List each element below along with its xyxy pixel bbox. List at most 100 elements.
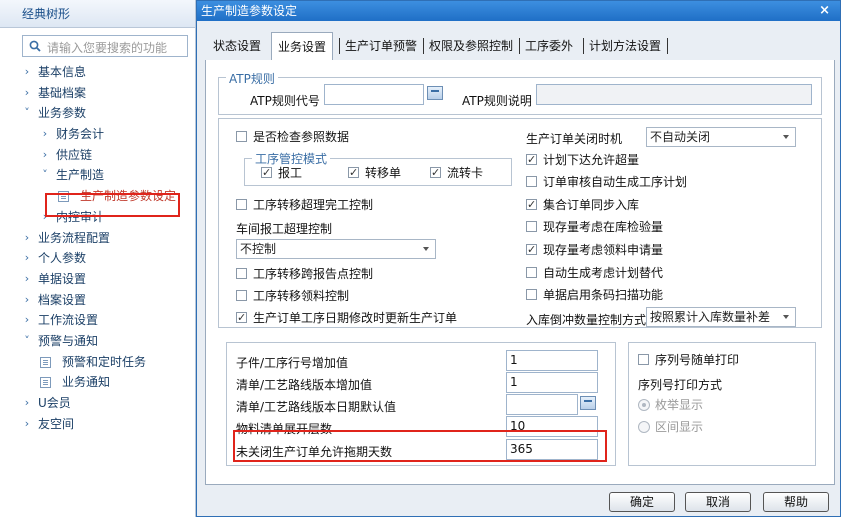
- bom-version-inc-input[interactable]: 1: [506, 372, 598, 393]
- tab-separator: [339, 38, 340, 54]
- chevron-down-icon[interactable]: ˅: [40, 165, 50, 186]
- tree-item-alerts[interactable]: ˅ 预警与通知: [0, 331, 196, 352]
- dialog-title: 生产制造参数设定: [201, 4, 298, 18]
- flow-card-checkbox[interactable]: 流转卡: [430, 165, 483, 181]
- close-time-select[interactable]: 不自动关闭: [646, 127, 796, 147]
- atp-desc-label: ATP规则说明: [462, 94, 532, 108]
- dropdown-caret-icon: [423, 247, 429, 251]
- transfer-checkbox[interactable]: 转移单: [348, 165, 401, 181]
- report-checkbox[interactable]: 报工: [261, 165, 302, 181]
- backflush-label: 入库倒冲数量控制方式: [526, 313, 647, 327]
- enum-radio[interactable]: 枚举显示: [638, 397, 703, 413]
- search-box[interactable]: 请输入您要搜索的功能: [22, 35, 188, 57]
- tab-separator: [423, 38, 424, 54]
- sub-line-inc-label: 子件/工序行号增加值: [236, 356, 349, 370]
- highlight-box: [45, 193, 180, 217]
- tree-item-manufacturing[interactable]: ˅ 生产制造: [0, 165, 196, 186]
- dropdown-caret-icon: [783, 315, 789, 319]
- tab-panel-business: ATP规则 ATP规则代号 ATP规则说明 是否检查参照数据 工序管控模式 报工…: [205, 60, 835, 485]
- chevron-right-icon[interactable]: ›: [40, 145, 50, 166]
- atp-legend: ATP规则: [226, 70, 278, 87]
- atp-desc-input[interactable]: [536, 84, 812, 105]
- order-audit-checkbox[interactable]: 订单审核自动生成工序计划: [526, 174, 687, 190]
- chevron-right-icon[interactable]: ›: [22, 393, 32, 414]
- params-dialog: 生产制造参数设定 × 状态设置 业务设置 生产订单预警 权限及参照控制 工序委外…: [196, 0, 841, 517]
- left-panel-header: 经典树形: [0, 0, 195, 28]
- interval-radio[interactable]: 区间显示: [638, 419, 703, 435]
- sub-line-inc-input[interactable]: 1: [506, 350, 598, 371]
- transfer-overdone-checkbox[interactable]: 工序转移超理完工控制: [236, 197, 373, 213]
- tab-permissions[interactable]: 权限及参照控制: [429, 32, 513, 60]
- chevron-down-icon[interactable]: ˅: [22, 103, 32, 124]
- cross-report-checkbox[interactable]: 工序转移跨报告点控制: [236, 266, 373, 282]
- close-time-label: 生产订单关闭时机: [526, 132, 623, 146]
- serial-print-checkbox[interactable]: 序列号随单打印: [638, 352, 739, 368]
- tree-item-business-notice[interactable]: 业务通知: [0, 372, 196, 393]
- chevron-right-icon[interactable]: ›: [22, 290, 32, 311]
- cancel-button[interactable]: 取消: [685, 492, 751, 512]
- close-icon[interactable]: ×: [819, 1, 830, 21]
- tree-item-u-member[interactable]: › U会员: [0, 393, 196, 414]
- search-input[interactable]: 请输入您要搜索的功能: [47, 39, 167, 56]
- tree-item-basic-archive[interactable]: › 基础档案: [0, 83, 196, 104]
- chevron-right-icon[interactable]: ›: [22, 310, 32, 331]
- tree-item-archive-settings[interactable]: › 档案设置: [0, 290, 196, 311]
- chevron-right-icon[interactable]: ›: [22, 228, 32, 249]
- atp-code-input[interactable]: [324, 84, 424, 105]
- backflush-select[interactable]: 按照累计入库数量补差: [646, 307, 796, 327]
- chevron-right-icon[interactable]: ›: [22, 62, 32, 83]
- atp-code-label: ATP规则代号: [250, 94, 320, 108]
- tab-outsourcing[interactable]: 工序委外: [525, 32, 573, 60]
- left-panel: 经典树形 请输入您要搜索的功能 › 基本信息 › 基础档案 ˅ 业务参数 › 财务会计 …: [0, 0, 196, 517]
- atp-lookup-icon[interactable]: [427, 86, 443, 100]
- function-tree: › 基本信息 › 基础档案 ˅ 业务参数 › 财务会计 › 供应链 ˅ 生产制造 生产制造参…: [0, 62, 196, 434]
- bom-version-inc-label: 清单/工艺路线版本增加值: [236, 378, 373, 392]
- tab-plan-method[interactable]: 计划方法设置: [589, 32, 661, 60]
- shop-report-select[interactable]: 不控制: [236, 239, 436, 259]
- document-icon: [40, 356, 51, 368]
- tab-separator: [519, 38, 520, 54]
- bom-date-default-label: 清单/工艺路线版本日期默认值: [236, 400, 397, 414]
- tree-item-friend-space[interactable]: › 友空间: [0, 414, 196, 435]
- help-button[interactable]: 帮助: [763, 492, 829, 512]
- tree-item-business-params[interactable]: ˅ 业务参数: [0, 103, 196, 124]
- ok-button[interactable]: 确定: [609, 492, 675, 512]
- tree-item-document-settings[interactable]: › 单据设置: [0, 269, 196, 290]
- tree-item-workflow-config[interactable]: › 业务流程配置: [0, 228, 196, 249]
- tree-item-basic-info[interactable]: › 基本信息: [0, 62, 196, 83]
- transfer-pick-checkbox[interactable]: 工序转移领料控制: [236, 288, 349, 304]
- tree-item-scheduled-alerts[interactable]: 预警和定时任务: [0, 352, 196, 373]
- update-date-checkbox[interactable]: 生产订单工序日期修改时更新生产订单: [236, 310, 457, 326]
- bom-date-default-input[interactable]: [506, 394, 578, 415]
- dropdown-caret-icon: [783, 135, 789, 139]
- chevron-right-icon[interactable]: ›: [22, 269, 32, 290]
- tab-separator: [583, 38, 584, 54]
- chevron-right-icon[interactable]: ›: [22, 414, 32, 435]
- stock-check-checkbox[interactable]: 现存量考虑在库检验量: [526, 219, 663, 235]
- document-icon: [40, 377, 51, 389]
- tree-item-personal-params[interactable]: › 个人参数: [0, 248, 196, 269]
- stock-pick-checkbox[interactable]: 现存量考虑领料申请量: [526, 242, 663, 258]
- highlight-box: [233, 430, 607, 462]
- combined-sync-checkbox[interactable]: 集合订单同步入库: [526, 197, 639, 213]
- check-ref-data-checkbox[interactable]: 是否检查参照数据: [236, 129, 349, 145]
- chevron-right-icon[interactable]: ›: [22, 83, 32, 104]
- tab-separator: [667, 38, 668, 54]
- dialog-title-bar: 生产制造参数设定 ×: [197, 1, 840, 21]
- tab-order-alert[interactable]: 生产订单预警: [345, 32, 417, 60]
- auto-substitute-checkbox[interactable]: 自动生成考虑计划替代: [526, 265, 663, 281]
- barcode-checkbox[interactable]: 单据启用条码扫描功能: [526, 287, 663, 303]
- tree-item-supply-chain[interactable]: › 供应链: [0, 145, 196, 166]
- tree-item-finance[interactable]: › 财务会计: [0, 124, 196, 145]
- plan-over-checkbox[interactable]: 计划下达允许超量: [526, 152, 639, 168]
- chevron-down-icon[interactable]: ˅: [22, 331, 32, 352]
- tab-status[interactable]: 状态设置: [213, 32, 261, 60]
- calendar-icon[interactable]: [580, 396, 596, 410]
- serial-print-mode-label: 序列号打印方式: [638, 378, 723, 392]
- chevron-right-icon[interactable]: ›: [22, 248, 32, 269]
- tab-business[interactable]: 业务设置: [271, 32, 334, 60]
- search-icon: [29, 40, 41, 52]
- tree-item-workflow-settings[interactable]: › 工作流设置: [0, 310, 196, 331]
- chevron-right-icon[interactable]: ›: [40, 124, 50, 145]
- shop-report-label: 车间报工超理控制: [236, 222, 333, 236]
